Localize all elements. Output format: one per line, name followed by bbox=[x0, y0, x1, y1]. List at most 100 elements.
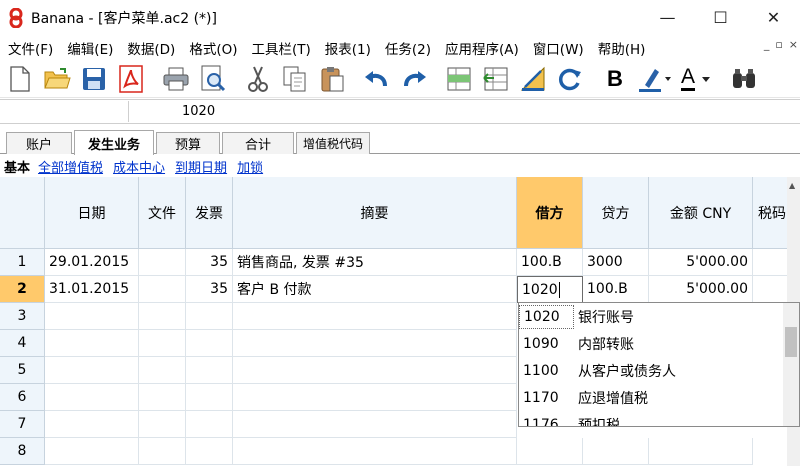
mdi-close-button[interactable]: × bbox=[789, 38, 798, 51]
menu-toolbar[interactable]: 工具栏(T) bbox=[245, 38, 318, 58]
list-item[interactable]: 1090 内部转账 bbox=[519, 330, 784, 357]
list-item[interactable]: 1170 应退增值税 bbox=[519, 384, 784, 411]
cell-credit[interactable]: 100.B bbox=[583, 276, 649, 303]
close-button[interactable]: ✕ bbox=[747, 0, 800, 35]
cell-amount[interactable] bbox=[649, 438, 753, 465]
cell-date[interactable] bbox=[45, 384, 139, 411]
menu-help[interactable]: 帮助(H) bbox=[591, 38, 653, 58]
cell-date[interactable]: 31.01.2015 bbox=[45, 276, 139, 303]
insert-row-icon[interactable] bbox=[442, 62, 476, 96]
table-row[interactable]: 8 bbox=[0, 438, 787, 465]
row-number[interactable]: 7 bbox=[0, 411, 45, 438]
tab-budget[interactable]: 预算 bbox=[156, 132, 220, 154]
header-vat-code[interactable]: 税码 bbox=[753, 177, 787, 249]
list-item[interactable]: 1100 从客户或债务人 bbox=[519, 357, 784, 384]
cell-file[interactable] bbox=[139, 384, 186, 411]
cell-credit[interactable] bbox=[583, 438, 649, 465]
tab-accounts[interactable]: 账户 bbox=[6, 132, 72, 154]
cell-date[interactable] bbox=[45, 330, 139, 357]
header-amount[interactable]: 金额 CNY bbox=[649, 177, 753, 249]
new-file-icon[interactable] bbox=[3, 62, 37, 96]
delete-row-icon[interactable] bbox=[479, 62, 513, 96]
cell-amount[interactable]: 5'000.00 bbox=[649, 276, 753, 303]
cell-file[interactable] bbox=[139, 357, 186, 384]
row-number[interactable]: 1 bbox=[0, 249, 45, 276]
view-cost-center[interactable]: 成本中心 bbox=[113, 157, 165, 176]
cell-date[interactable] bbox=[45, 438, 139, 465]
cell-date[interactable]: 29.01.2015 bbox=[45, 249, 139, 276]
row-number[interactable]: 2 bbox=[0, 276, 45, 303]
redo-icon[interactable] bbox=[397, 62, 431, 96]
cell-invoice[interactable] bbox=[186, 384, 233, 411]
row-number[interactable]: 8 bbox=[0, 438, 45, 465]
view-due-date[interactable]: 到期日期 bbox=[175, 157, 227, 176]
cell-description[interactable] bbox=[233, 438, 517, 465]
maximize-button[interactable]: ☐ bbox=[694, 0, 747, 35]
cell-debit[interactable] bbox=[517, 438, 583, 465]
header-debit[interactable]: 借方 bbox=[517, 177, 583, 249]
cell-vat-code[interactable] bbox=[753, 249, 787, 276]
menu-format[interactable]: 格式(O) bbox=[182, 38, 244, 58]
print-icon[interactable] bbox=[159, 62, 193, 96]
cell-description[interactable] bbox=[233, 357, 517, 384]
menu-edit[interactable]: 编辑(E) bbox=[60, 38, 120, 58]
menu-tasks[interactable]: 任务(2) bbox=[378, 38, 438, 58]
pdf-icon[interactable] bbox=[114, 62, 148, 96]
cell-file[interactable] bbox=[139, 411, 186, 438]
ruler-icon[interactable] bbox=[516, 62, 550, 96]
undo-icon[interactable] bbox=[360, 62, 394, 96]
view-basic[interactable]: 基本 bbox=[4, 157, 30, 176]
highlight-icon[interactable] bbox=[635, 62, 673, 96]
menu-data[interactable]: 数据(D) bbox=[120, 38, 182, 58]
row-number[interactable]: 4 bbox=[0, 330, 45, 357]
cell-invoice[interactable] bbox=[186, 303, 233, 330]
cut-icon[interactable] bbox=[241, 62, 275, 96]
cell-credit[interactable]: 3000 bbox=[583, 249, 649, 276]
cell-file[interactable] bbox=[139, 249, 186, 276]
bold-button[interactable]: B bbox=[598, 62, 632, 96]
save-icon[interactable] bbox=[77, 62, 111, 96]
header-date[interactable]: 日期 bbox=[45, 177, 139, 249]
cell-invoice[interactable] bbox=[186, 330, 233, 357]
minimize-button[interactable]: — bbox=[641, 0, 694, 35]
debit-cell-editor[interactable]: 1020 bbox=[517, 276, 583, 303]
dropdown-scroll-thumb[interactable] bbox=[785, 327, 797, 357]
dropdown-scrollbar[interactable] bbox=[783, 303, 799, 426]
row-number[interactable]: 6 bbox=[0, 384, 45, 411]
cell-description[interactable]: 客户 B 付款 bbox=[233, 276, 517, 303]
tab-vat-codes[interactable]: 增值税代码 bbox=[296, 132, 370, 154]
header-credit[interactable]: 贷方 bbox=[583, 177, 649, 249]
cell-invoice[interactable] bbox=[186, 357, 233, 384]
cell-date[interactable] bbox=[45, 357, 139, 384]
row-number[interactable]: 3 bbox=[0, 303, 45, 330]
refresh-icon[interactable] bbox=[553, 62, 587, 96]
menu-reports[interactable]: 报表(1) bbox=[318, 38, 378, 58]
header-invoice[interactable]: 发票 bbox=[186, 177, 233, 249]
cell-description[interactable] bbox=[233, 303, 517, 330]
header-file[interactable]: 文件 bbox=[139, 177, 186, 249]
print-preview-icon[interactable] bbox=[196, 62, 230, 96]
binoculars-icon[interactable] bbox=[727, 62, 761, 96]
cell-file[interactable] bbox=[139, 276, 186, 303]
cell-file[interactable] bbox=[139, 330, 186, 357]
scroll-up-arrow-icon[interactable]: ▲ bbox=[789, 181, 795, 190]
cell-description[interactable] bbox=[233, 330, 517, 357]
cell-invoice[interactable] bbox=[186, 438, 233, 465]
cell-invoice[interactable]: 35 bbox=[186, 276, 233, 303]
list-item[interactable]: 1176 预扣税 bbox=[519, 411, 784, 427]
cell-description[interactable] bbox=[233, 411, 517, 438]
menu-apps[interactable]: 应用程序(A) bbox=[438, 38, 526, 58]
cell-vat-code[interactable] bbox=[753, 276, 787, 303]
row-number[interactable]: 5 bbox=[0, 357, 45, 384]
mdi-restore-button[interactable]: ▫ bbox=[775, 38, 782, 51]
cell-debit[interactable]: 100.B bbox=[517, 249, 583, 276]
cell-invoice[interactable] bbox=[186, 411, 233, 438]
menu-file[interactable]: 文件(F) bbox=[0, 38, 60, 58]
list-item[interactable]: 1020 银行账号 bbox=[519, 303, 784, 330]
account-autocomplete-list[interactable]: 1020 银行账号 1090 内部转账 1100 从客户或债务人 1170 应退… bbox=[518, 302, 800, 427]
cell-description[interactable]: 销售商品, 发票 #35 bbox=[233, 249, 517, 276]
header-description[interactable]: 摘要 bbox=[233, 177, 517, 249]
font-color-button[interactable]: A bbox=[676, 62, 716, 96]
view-all-vat[interactable]: 全部增值税 bbox=[38, 157, 103, 176]
paste-icon[interactable] bbox=[315, 62, 349, 96]
